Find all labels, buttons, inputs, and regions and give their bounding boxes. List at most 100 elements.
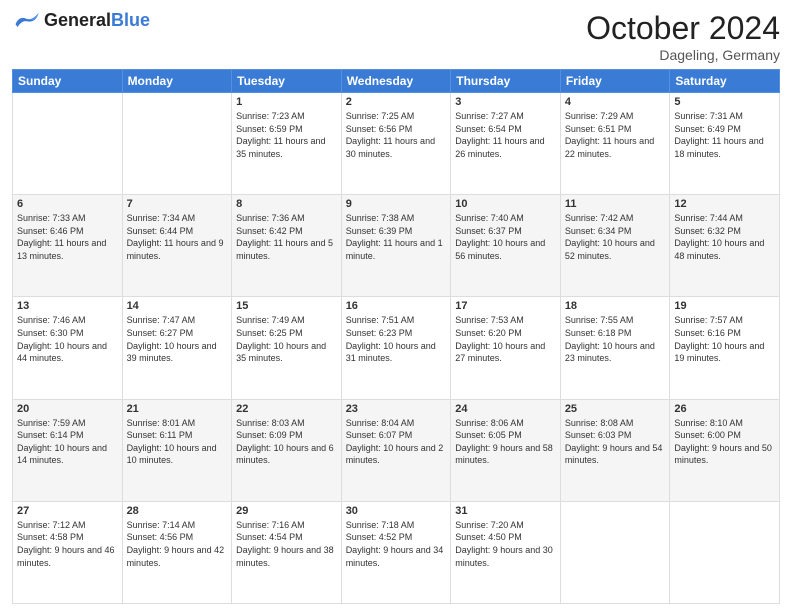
day-info: Sunrise: 7:59 AM Sunset: 6:14 PM Dayligh… [17,417,118,467]
sunset-text: Sunset: 6:03 PM [565,429,666,442]
sunset-text: Sunset: 6:25 PM [236,327,337,340]
calendar-cell: 28 Sunrise: 7:14 AM Sunset: 4:56 PM Dayl… [122,501,232,603]
sunrise-text: Sunrise: 8:10 AM [674,417,775,430]
location: Dageling, Germany [586,47,780,63]
day-info: Sunrise: 8:03 AM Sunset: 6:09 PM Dayligh… [236,417,337,467]
header-tuesday: Tuesday [232,70,342,93]
sunset-text: Sunset: 6:09 PM [236,429,337,442]
calendar-cell: 11 Sunrise: 7:42 AM Sunset: 6:34 PM Dayl… [560,195,670,297]
day-number: 3 [455,96,556,108]
day-info: Sunrise: 7:49 AM Sunset: 6:25 PM Dayligh… [236,314,337,364]
daylight-text: Daylight: 10 hours and 48 minutes. [674,237,775,262]
day-info: Sunrise: 8:08 AM Sunset: 6:03 PM Dayligh… [565,417,666,467]
daylight-text: Daylight: 10 hours and 44 minutes. [17,340,118,365]
day-info: Sunrise: 7:42 AM Sunset: 6:34 PM Dayligh… [565,212,666,262]
sunrise-text: Sunrise: 7:59 AM [17,417,118,430]
sunrise-text: Sunrise: 7:33 AM [17,212,118,225]
logo-icon [12,10,40,30]
day-info: Sunrise: 7:33 AM Sunset: 6:46 PM Dayligh… [17,212,118,262]
day-info: Sunrise: 7:12 AM Sunset: 4:58 PM Dayligh… [17,519,118,569]
week-row-3: 13 Sunrise: 7:46 AM Sunset: 6:30 PM Dayl… [13,297,780,399]
logo: GeneralBlue [12,10,150,31]
day-number: 30 [346,505,447,517]
sunrise-text: Sunrise: 7:16 AM [236,519,337,532]
day-info: Sunrise: 8:01 AM Sunset: 6:11 PM Dayligh… [127,417,228,467]
daylight-text: Daylight: 9 hours and 58 minutes. [455,442,556,467]
sunset-text: Sunset: 6:07 PM [346,429,447,442]
day-info: Sunrise: 7:27 AM Sunset: 6:54 PM Dayligh… [455,110,556,160]
sunrise-text: Sunrise: 7:29 AM [565,110,666,123]
daylight-text: Daylight: 11 hours and 18 minutes. [674,135,775,160]
daylight-text: Daylight: 10 hours and 14 minutes. [17,442,118,467]
calendar-cell: 20 Sunrise: 7:59 AM Sunset: 6:14 PM Dayl… [13,399,123,501]
sunrise-text: Sunrise: 8:04 AM [346,417,447,430]
sunrise-text: Sunrise: 7:27 AM [455,110,556,123]
calendar-cell: 2 Sunrise: 7:25 AM Sunset: 6:56 PM Dayli… [341,93,451,195]
daylight-text: Daylight: 11 hours and 30 minutes. [346,135,447,160]
daylight-text: Daylight: 9 hours and 38 minutes. [236,544,337,569]
calendar-cell: 10 Sunrise: 7:40 AM Sunset: 6:37 PM Dayl… [451,195,561,297]
sunrise-text: Sunrise: 7:12 AM [17,519,118,532]
sunset-text: Sunset: 6:42 PM [236,225,337,238]
week-row-2: 6 Sunrise: 7:33 AM Sunset: 6:46 PM Dayli… [13,195,780,297]
week-row-1: 1 Sunrise: 7:23 AM Sunset: 6:59 PM Dayli… [13,93,780,195]
day-number: 18 [565,300,666,312]
calendar-cell: 23 Sunrise: 8:04 AM Sunset: 6:07 PM Dayl… [341,399,451,501]
day-number: 25 [565,403,666,415]
sunset-text: Sunset: 6:20 PM [455,327,556,340]
calendar-cell: 22 Sunrise: 8:03 AM Sunset: 6:09 PM Dayl… [232,399,342,501]
sunset-text: Sunset: 6:54 PM [455,123,556,136]
day-number: 11 [565,198,666,210]
daylight-text: Daylight: 9 hours and 42 minutes. [127,544,228,569]
day-number: 7 [127,198,228,210]
calendar-cell: 25 Sunrise: 8:08 AM Sunset: 6:03 PM Dayl… [560,399,670,501]
sunset-text: Sunset: 6:27 PM [127,327,228,340]
sunrise-text: Sunrise: 7:47 AM [127,314,228,327]
day-number: 9 [346,198,447,210]
calendar-cell: 21 Sunrise: 8:01 AM Sunset: 6:11 PM Dayl… [122,399,232,501]
daylight-text: Daylight: 10 hours and 6 minutes. [236,442,337,467]
calendar-cell: 19 Sunrise: 7:57 AM Sunset: 6:16 PM Dayl… [670,297,780,399]
sunset-text: Sunset: 4:56 PM [127,531,228,544]
day-number: 29 [236,505,337,517]
sunrise-text: Sunrise: 7:38 AM [346,212,447,225]
day-info: Sunrise: 7:18 AM Sunset: 4:52 PM Dayligh… [346,519,447,569]
day-number: 15 [236,300,337,312]
day-number: 17 [455,300,556,312]
calendar-cell: 5 Sunrise: 7:31 AM Sunset: 6:49 PM Dayli… [670,93,780,195]
calendar-cell: 9 Sunrise: 7:38 AM Sunset: 6:39 PM Dayli… [341,195,451,297]
sunrise-text: Sunrise: 7:14 AM [127,519,228,532]
sunset-text: Sunset: 6:30 PM [17,327,118,340]
day-info: Sunrise: 7:44 AM Sunset: 6:32 PM Dayligh… [674,212,775,262]
calendar-cell: 31 Sunrise: 7:20 AM Sunset: 4:50 PM Dayl… [451,501,561,603]
day-info: Sunrise: 7:14 AM Sunset: 4:56 PM Dayligh… [127,519,228,569]
day-info: Sunrise: 7:16 AM Sunset: 4:54 PM Dayligh… [236,519,337,569]
day-info: Sunrise: 7:55 AM Sunset: 6:18 PM Dayligh… [565,314,666,364]
calendar-cell: 8 Sunrise: 7:36 AM Sunset: 6:42 PM Dayli… [232,195,342,297]
sunset-text: Sunset: 6:11 PM [127,429,228,442]
daylight-text: Daylight: 9 hours and 34 minutes. [346,544,447,569]
page-container: GeneralBlue October 2024 Dageling, Germa… [0,0,792,612]
day-info: Sunrise: 8:04 AM Sunset: 6:07 PM Dayligh… [346,417,447,467]
sunset-text: Sunset: 6:34 PM [565,225,666,238]
sunrise-text: Sunrise: 7:31 AM [674,110,775,123]
day-info: Sunrise: 7:36 AM Sunset: 6:42 PM Dayligh… [236,212,337,262]
daylight-text: Daylight: 11 hours and 5 minutes. [236,237,337,262]
day-info: Sunrise: 7:57 AM Sunset: 6:16 PM Dayligh… [674,314,775,364]
sunset-text: Sunset: 4:54 PM [236,531,337,544]
sunset-text: Sunset: 6:39 PM [346,225,447,238]
calendar-cell: 3 Sunrise: 7:27 AM Sunset: 6:54 PM Dayli… [451,93,561,195]
day-number: 24 [455,403,556,415]
day-number: 5 [674,96,775,108]
day-number: 22 [236,403,337,415]
sunset-text: Sunset: 6:23 PM [346,327,447,340]
day-info: Sunrise: 7:46 AM Sunset: 6:30 PM Dayligh… [17,314,118,364]
calendar-body: 1 Sunrise: 7:23 AM Sunset: 6:59 PM Dayli… [13,93,780,604]
day-info: Sunrise: 7:40 AM Sunset: 6:37 PM Dayligh… [455,212,556,262]
daylight-text: Daylight: 11 hours and 1 minute. [346,237,447,262]
header-friday: Friday [560,70,670,93]
day-number: 1 [236,96,337,108]
calendar-cell [122,93,232,195]
calendar-cell: 24 Sunrise: 8:06 AM Sunset: 6:05 PM Dayl… [451,399,561,501]
sunset-text: Sunset: 6:37 PM [455,225,556,238]
